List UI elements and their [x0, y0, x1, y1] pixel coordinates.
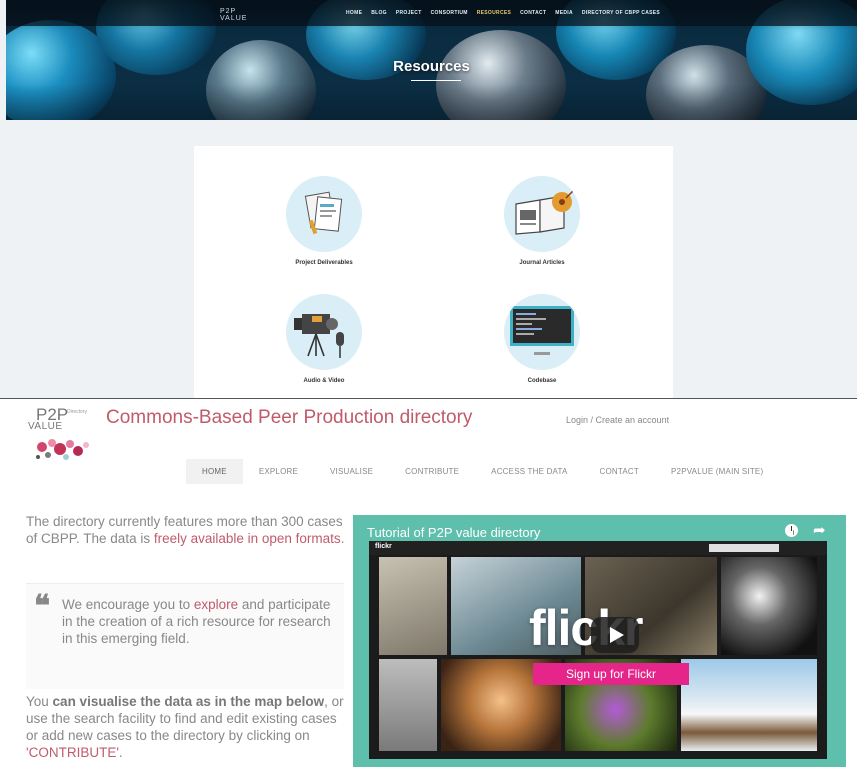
resource-label: Project Deliverables: [295, 260, 353, 266]
resource-project-deliverables[interactable]: Project Deliverables: [254, 176, 394, 266]
top-nav-project[interactable]: PROJECT: [396, 10, 422, 16]
top-nav-consortium[interactable]: CONSORTIUM: [431, 10, 468, 16]
logo-value-text: VALUE: [28, 421, 63, 432]
code-screen-icon: [504, 294, 580, 370]
top-nav-media[interactable]: MEDIA: [555, 10, 573, 16]
photo-tile: [379, 557, 447, 655]
title-underline: [411, 80, 461, 81]
explore-link[interactable]: explore: [194, 597, 238, 612]
top-nav-resources[interactable]: RESOURCES: [477, 10, 511, 16]
top-navbar: P2P VALUE HOME BLOG PROJECT CONSORTIUM R…: [6, 0, 857, 26]
top-nav-blog[interactable]: BLOG: [371, 10, 387, 16]
visual-end: .: [118, 745, 123, 760]
visual-bold: can visualise the data as in the map bel…: [52, 694, 325, 709]
video-title[interactable]: Tutorial of P2P value directory: [367, 525, 540, 540]
nav-main-site[interactable]: P2PVALUE (MAIN SITE): [655, 459, 779, 484]
contribute-link[interactable]: 'CONTRIBUTE': [26, 745, 119, 760]
tutorial-video[interactable]: Tutorial of P2P value directory ➦ flickr…: [353, 515, 846, 767]
photo-tile: [721, 557, 817, 655]
top-nav-home[interactable]: HOME: [346, 10, 362, 16]
visual-pre: You: [26, 694, 53, 709]
directory-page: P2P VALUE Directory Commons-Based Peer P…: [0, 398, 857, 772]
visualise-text: You can visualise the data as in the map…: [26, 693, 348, 761]
top-nav-contact[interactable]: CONTACT: [520, 10, 546, 16]
resource-label: Journal Articles: [519, 260, 565, 266]
top-nav-menu: HOME BLOG PROJECT CONSORTIUM RESOURCES C…: [346, 10, 660, 16]
flower-splash-icon: [36, 439, 89, 460]
resource-codebase[interactable]: Codebase: [472, 294, 612, 384]
video-camera-icon: [286, 294, 362, 370]
quote-pre: We encourage you to: [62, 597, 194, 612]
page-title: Resources: [393, 58, 470, 75]
documents-icon: [286, 176, 362, 252]
flickr-search-box: [709, 544, 779, 552]
site-title[interactable]: Commons-Based Peer Production directory: [106, 407, 472, 429]
p2pvalue-directory-logo[interactable]: P2P VALUE Directory: [26, 405, 98, 465]
p2pvalue-logo[interactable]: P2P VALUE: [220, 8, 247, 22]
flickr-signup-button[interactable]: Sign up for Flickr: [533, 663, 689, 685]
resources-page: P2P VALUE HOME BLOG PROJECT CONSORTIUM R…: [0, 0, 857, 398]
resource-label: Codebase: [527, 378, 557, 384]
resource-audio-video[interactable]: Audio & Video: [254, 294, 394, 384]
photo-tile: [379, 659, 437, 751]
intro-text: The directory currently features more th…: [26, 513, 346, 547]
flickr-bar-logo: flickr: [375, 543, 392, 550]
nav-contact[interactable]: CONTACT: [584, 459, 655, 484]
nav-explore[interactable]: EXPLORE: [243, 459, 314, 484]
nav-contribute[interactable]: CONTRIBUTE: [389, 459, 475, 484]
quote-mark-icon: ❝: [34, 589, 51, 624]
open-formats-link[interactable]: freely available in open formats: [154, 531, 341, 546]
resource-journal-articles[interactable]: Journal Articles: [472, 176, 612, 266]
intro-end: .: [340, 531, 345, 546]
flickr-topbar: flickr: [369, 541, 827, 555]
nav-home[interactable]: HOME: [186, 459, 243, 484]
photo-tile: [681, 659, 817, 751]
open-book-icon: [504, 176, 580, 252]
top-nav-directory[interactable]: DIRECTORY OF CBPP CASES: [582, 10, 660, 16]
video-frame: flickr flickr Sign up for Flickr: [369, 541, 827, 759]
nav-access-data[interactable]: ACCESS THE DATA: [475, 459, 583, 484]
nav-visualise[interactable]: VISUALISE: [314, 459, 389, 484]
quote-block: ❝ We encourage you to explore and partic…: [26, 583, 344, 689]
hero-banner: P2P VALUE HOME BLOG PROJECT CONSORTIUM R…: [6, 0, 857, 120]
main-navbar: HOME EXPLORE VISUALISE CONTRIBUTE ACCESS…: [186, 459, 779, 484]
login-link[interactable]: Login / Create an account: [566, 415, 669, 425]
share-icon[interactable]: ➦: [813, 521, 826, 539]
resource-label: Audio & Video: [303, 378, 345, 384]
screenshot: P2P VALUE HOME BLOG PROJECT CONSORTIUM R…: [0, 0, 857, 772]
logo-directory-text: Directory: [67, 409, 88, 415]
play-icon[interactable]: [591, 617, 639, 653]
resources-card: Project Deliverables Journal Articles Au…: [194, 146, 673, 398]
watch-later-icon[interactable]: [785, 524, 798, 537]
